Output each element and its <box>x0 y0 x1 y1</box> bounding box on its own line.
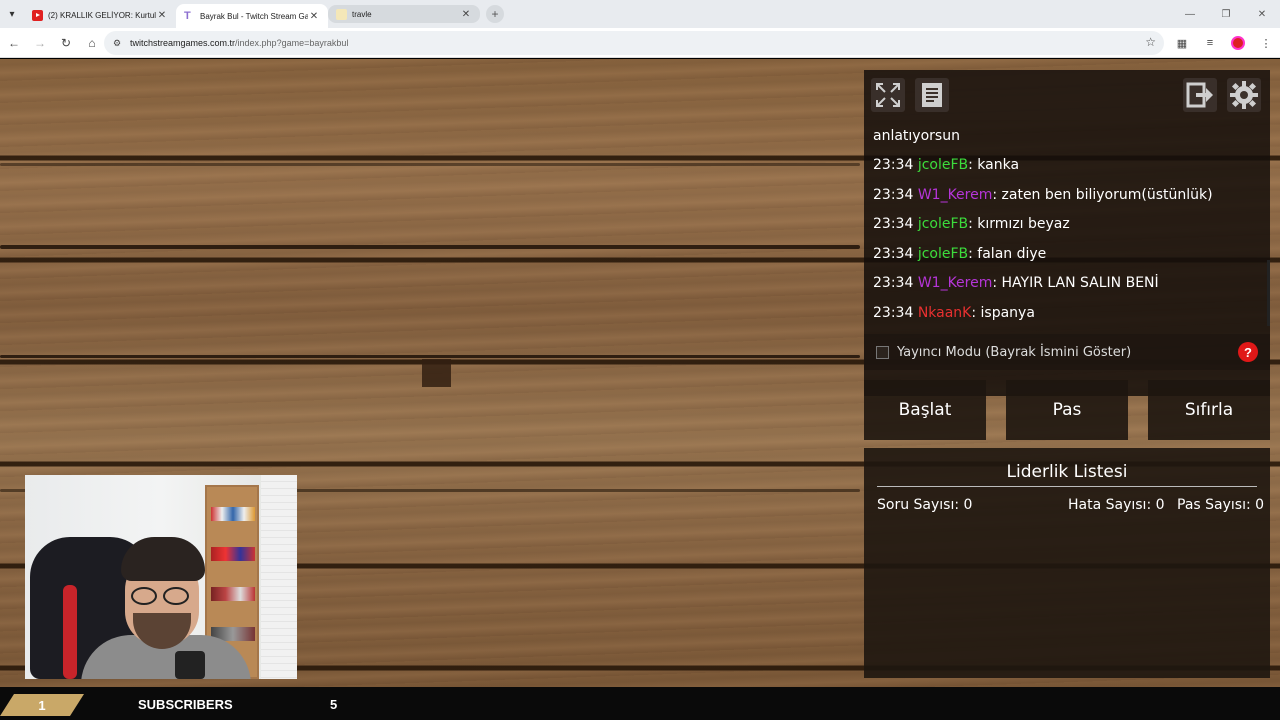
chat-timestamp: 23:34 <box>873 216 914 232</box>
more-menu-icon[interactable]: ⋮ <box>1252 31 1280 55</box>
close-window-icon[interactable]: ✕ <box>1244 0 1280 28</box>
pass-count: Pas Sayısı: 0 <box>1177 497 1265 513</box>
streamer-mode-checkbox[interactable] <box>876 345 889 359</box>
streamer-mode-row: Yayıncı Modu (Bayrak İsmini Göster) ? <box>864 334 1270 370</box>
streamer-glasses <box>129 587 193 605</box>
settings-gear-icon[interactable] <box>1227 78 1261 112</box>
chat-text: : kanka <box>968 157 1020 173</box>
streamer-hair <box>121 537 205 581</box>
chat-message: anlatıyorsun <box>873 128 960 144</box>
tab-title: travle <box>352 9 372 19</box>
pass-button[interactable]: Pas <box>1006 380 1128 440</box>
address-bar-row: ← → ↻ ⌂ ⚙ twitchstreamgames.com.tr/index… <box>0 28 1280 58</box>
tab-travle[interactable]: travle ✕ <box>328 5 480 23</box>
subscriber-count: 1 <box>0 694 84 716</box>
site-info-icon[interactable]: ⚙ <box>110 36 124 50</box>
reset-button[interactable]: Sıfırla <box>1148 380 1270 440</box>
chat-username: W1_Kerem <box>917 275 993 291</box>
twitch-stream-games-icon: T <box>184 9 191 22</box>
question-count: Soru Sayısı: 0 <box>877 497 973 513</box>
tab-youtube[interactable]: (2) KRALLIK GELİYOR: Kurtuluş S ✕ <box>24 4 176 26</box>
chat-text: : falan diye <box>968 246 1047 262</box>
travle-icon <box>336 8 347 20</box>
tab-search-button[interactable]: ▾ <box>0 0 24 28</box>
chat-text: anlatıyorsun <box>873 128 960 144</box>
bookmark-star-icon[interactable]: ☆ <box>1145 35 1156 49</box>
chat-username: W1_Kerem <box>917 187 993 203</box>
chat-timestamp: 23:34 <box>873 246 914 262</box>
subscriber-goal: 5 <box>330 697 338 712</box>
reading-list-icon[interactable]: ≡ <box>1196 31 1224 55</box>
wood-plank-seam <box>0 355 860 358</box>
wood-plank-seam <box>0 163 860 166</box>
divider <box>877 486 1257 487</box>
back-icon[interactable]: ← <box>2 31 26 55</box>
chat-text: : kırmızı beyaz <box>968 216 1070 232</box>
rules-document-icon[interactable] <box>915 78 949 112</box>
chat-message: 23:34 W1_Kerem: zaten ben biliyorum(üstü… <box>873 187 1213 203</box>
fullscreen-icon[interactable] <box>871 78 905 112</box>
chat-timestamp: 23:34 <box>873 157 914 173</box>
microphone <box>175 651 205 679</box>
chat-message: 23:34 W1_Kerem: HAYIR LAN SALIN BENİ <box>873 275 1159 291</box>
chat-timestamp: 23:34 <box>873 275 914 291</box>
error-count: Hata Sayısı: 0 <box>1068 497 1165 513</box>
subscriber-label: SUBSCRIBERS <box>138 697 233 712</box>
tab-title: Bayrak Bul - Twitch Stream Gam <box>200 11 308 21</box>
new-tab-button[interactable]: + <box>486 5 504 23</box>
reload-icon[interactable]: ↻ <box>54 31 78 55</box>
chat-username: jcoleFB <box>917 157 969 173</box>
close-icon[interactable]: ✕ <box>460 9 472 20</box>
url-input[interactable]: ⚙ twitchstreamgames.com.tr/index.php?gam… <box>104 31 1164 55</box>
chat-message: 23:34 jcoleFB: falan diye <box>873 246 1046 262</box>
extensions-icon[interactable]: ▦ <box>1168 31 1196 55</box>
tab-bayrak-bul[interactable]: T Bayrak Bul - Twitch Stream Gam ✕ <box>176 4 328 28</box>
chair-stripe <box>63 585 77 679</box>
chat-message: 23:34 jcoleFB: kanka <box>873 157 1019 173</box>
minimize-icon[interactable]: — <box>1172 0 1208 28</box>
maximize-icon[interactable]: ❐ <box>1208 0 1244 28</box>
chat-timestamp: 23:34 <box>873 187 914 203</box>
profile-avatar-icon[interactable] <box>1224 31 1252 55</box>
window-blinds <box>261 475 297 679</box>
close-icon[interactable]: ✕ <box>156 10 168 21</box>
streamer-mode-label: Yayıncı Modu (Bayrak İsmini Göster) <box>897 344 1132 360</box>
chat-text: : HAYIR LAN SALIN BENİ <box>992 275 1159 291</box>
panel-toolbar <box>864 70 1270 120</box>
chat-username: jcoleFB <box>917 216 969 232</box>
youtube-icon <box>32 9 43 21</box>
browser-tab-bar: ▾ (2) KRALLIK GELİYOR: Kurtuluş S ✕ T Ba… <box>0 0 1280 28</box>
flag-image <box>422 359 451 387</box>
chat-timestamp: 23:34 <box>873 305 914 321</box>
chat-text: : zaten ben biliyorum(üstünlük) <box>992 187 1213 203</box>
chat-text: : ispanya <box>971 305 1035 321</box>
leaderboard-title: Liderlik Listesi <box>1006 462 1128 482</box>
subscriber-goal-bar: 1 SUBSCRIBERS 5 <box>0 687 1280 720</box>
chat-message: 23:34 jcoleFB: kırmızı beyaz <box>873 216 1070 232</box>
webcam-overlay <box>25 475 297 679</box>
chat-message: 23:34 NkaanK: ispanya <box>873 305 1035 321</box>
wood-plank-seam <box>0 245 860 249</box>
leaderboard-panel: Liderlik Listesi Soru Sayısı: 0 Hata Say… <box>864 448 1270 678</box>
close-icon[interactable]: ✕ <box>308 11 320 22</box>
help-button[interactable]: ? <box>1238 342 1258 362</box>
chat-scrollbar[interactable] <box>1267 260 1270 326</box>
chat-username: NkaanK <box>917 305 972 321</box>
exit-icon[interactable] <box>1183 78 1217 112</box>
forward-icon[interactable]: → <box>28 31 52 55</box>
start-button[interactable]: Başlat <box>864 380 986 440</box>
url-path: /index.php?game=bayrakbul <box>235 38 349 48</box>
chat-username: jcoleFB <box>917 246 969 262</box>
tab-title: (2) KRALLIK GELİYOR: Kurtuluş S <box>48 10 156 20</box>
home-icon[interactable]: ⌂ <box>80 31 104 55</box>
window-controls: — ❐ ✕ <box>1172 0 1280 28</box>
url-host: twitchstreamgames.com.tr <box>130 38 236 48</box>
